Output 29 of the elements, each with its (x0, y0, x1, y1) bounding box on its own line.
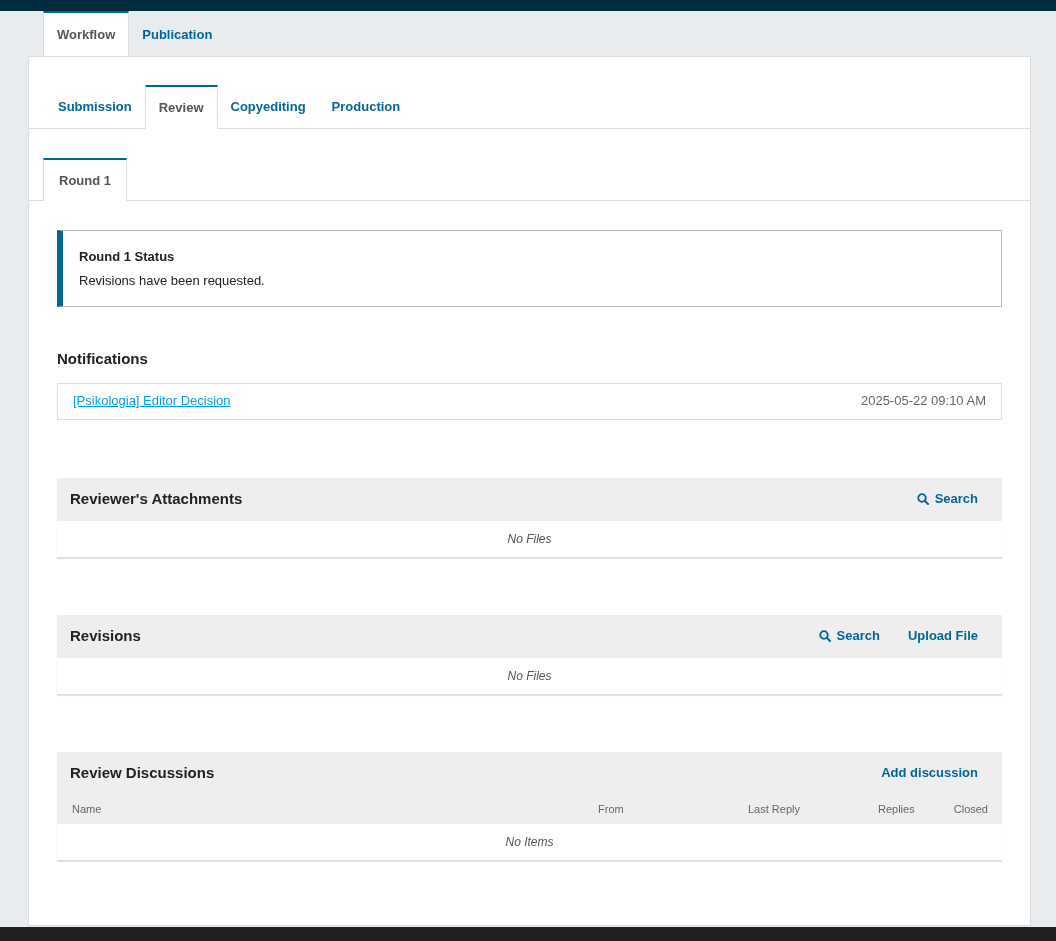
notification-time: 2025-05-22 09:10 AM (860, 392, 986, 411)
column-header: From (598, 803, 624, 815)
column-header: Last Reply (748, 803, 800, 815)
tab[interactable]: Review (144, 85, 218, 129)
status-message: Revisions have been requested. (79, 271, 265, 290)
grid-title: Revisions (70, 625, 141, 646)
empty-message: No Files (507, 667, 552, 685)
section-heading: Notifications (57, 349, 148, 369)
action-button[interactable]: Add discussion (881, 763, 978, 783)
empty-message: No Items (505, 833, 554, 851)
notification-link[interactable]: [Psikologia] Editor Decision (73, 391, 231, 411)
tab[interactable]: Publication (129, 11, 226, 56)
tab[interactable]: Copyediting (217, 84, 319, 128)
grid-title: Reviewer's Attachments (70, 488, 243, 509)
search-icon (818, 630, 831, 642)
column-header: Replies (878, 803, 915, 815)
tab[interactable]: Submission (45, 84, 145, 128)
tab[interactable]: Round 1 (43, 158, 127, 201)
column-header: Closed (953, 803, 988, 815)
search-button[interactable]: Search (818, 626, 880, 646)
action-button[interactable]: Upload File (907, 626, 978, 646)
tab[interactable]: Production (318, 84, 414, 128)
empty-message: No Files (507, 530, 552, 548)
grid-title: Review Discussions (70, 762, 215, 783)
search-icon (916, 493, 929, 505)
search-button[interactable]: Search (916, 489, 978, 509)
tab[interactable]: Workflow (43, 11, 130, 57)
column-header: Name (72, 803, 102, 815)
status-title: Round 1 Status (79, 248, 175, 266)
